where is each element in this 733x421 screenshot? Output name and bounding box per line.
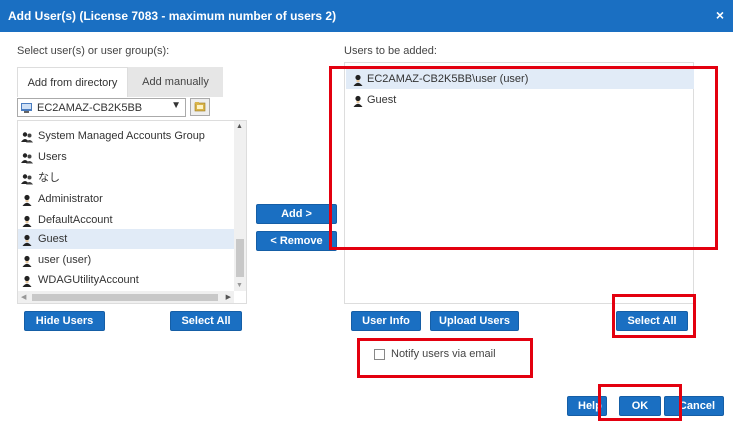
scrollbar-thumb[interactable] — [32, 294, 218, 301]
user-group-icon — [21, 151, 33, 164]
scroll-up-icon[interactable]: ▲ — [236, 123, 243, 130]
list-item-label: Administrator — [38, 193, 103, 205]
notify-checkbox[interactable] — [374, 349, 385, 360]
remove-button[interactable]: < Remove — [256, 231, 337, 251]
list-item-label: EC2AMAZ-CB2K5BB\user (user) — [367, 73, 529, 85]
list-item[interactable]: Users — [18, 147, 234, 167]
user-icon — [21, 193, 33, 206]
user-group-icon — [21, 172, 33, 185]
users-to-add-list[interactable]: EC2AMAZ-CB2K5BB\user (user) Guest — [344, 62, 694, 304]
list-item[interactable]: user (user) — [18, 250, 234, 270]
right-section-label: Users to be added: — [344, 45, 437, 57]
user-icon — [21, 233, 33, 246]
scrollbar-thumb[interactable] — [236, 239, 244, 277]
left-section-label: Select user(s) or user group(s): — [17, 45, 170, 57]
list-item[interactable]: なし — [18, 168, 234, 188]
list-item-selected[interactable]: Guest — [18, 229, 234, 249]
help-button[interactable]: Help — [567, 396, 607, 416]
directory-user-list[interactable]: System Managed Accounts Group Users なし A… — [17, 120, 247, 304]
list-item[interactable]: Guest — [346, 90, 694, 110]
list-item-label: Users — [38, 151, 67, 163]
dialog-title: Add User(s) (License 7083 - maximum numb… — [8, 9, 337, 23]
hide-users-button[interactable]: Hide Users — [24, 311, 105, 331]
user-icon — [352, 94, 364, 107]
close-icon[interactable]: × — [716, 7, 724, 23]
list-item-label: WDAGUtilityAccount — [38, 274, 139, 286]
scroll-left-icon[interactable]: ◀ — [21, 293, 26, 301]
vertical-scrollbar[interactable]: ▲ ▼ — [234, 121, 246, 291]
list-item-label: user (user) — [38, 254, 92, 266]
list-item-label: Guest — [367, 94, 397, 106]
list-item-label: DefaultAccount — [38, 214, 113, 226]
tab-add-manually[interactable]: Add manually — [128, 67, 223, 97]
cancel-button[interactable]: Cancel — [664, 396, 724, 416]
directory-select[interactable]: EC2AMAZ-CB2K5BB ▼ — [17, 98, 186, 117]
user-icon — [21, 274, 33, 287]
browse-directory-button[interactable] — [190, 98, 210, 116]
list-item-label: なし — [38, 172, 60, 184]
notify-label[interactable]: Notify users via email — [391, 348, 496, 360]
list-item[interactable]: Administrator — [18, 189, 234, 209]
user-icon — [352, 73, 364, 86]
user-info-button[interactable]: User Info — [351, 311, 421, 331]
scroll-right-icon[interactable]: ▶ — [226, 293, 231, 301]
list-item-selected[interactable]: EC2AMAZ-CB2K5BB\user (user) — [346, 69, 694, 89]
directory-icon — [21, 102, 33, 113]
ok-button[interactable]: OK — [619, 396, 661, 416]
list-item[interactable]: DefaultAccount — [18, 210, 234, 230]
add-button[interactable]: Add > — [256, 204, 337, 224]
folder-icon — [194, 102, 206, 112]
list-item-label: System Managed Accounts Group — [38, 130, 205, 142]
right-select-all-button[interactable]: Select All — [616, 311, 688, 331]
user-icon — [21, 214, 33, 227]
upload-users-button[interactable]: Upload Users — [430, 311, 519, 331]
tab-add-from-directory[interactable]: Add from directory — [17, 67, 128, 97]
scroll-down-icon[interactable]: ▼ — [236, 282, 243, 289]
user-icon — [21, 254, 33, 267]
dialog-title-bar: Add User(s) (License 7083 - maximum numb… — [0, 0, 733, 32]
directory-select-value: EC2AMAZ-CB2K5BB — [37, 102, 143, 114]
list-item[interactable]: System Managed Accounts Group — [18, 126, 234, 146]
list-item-label: Guest — [38, 233, 68, 245]
user-group-icon — [21, 130, 33, 143]
chevron-down-icon: ▼ — [171, 100, 181, 111]
left-select-all-button[interactable]: Select All — [170, 311, 242, 331]
horizontal-scrollbar[interactable]: ◀ ▶ — [18, 291, 234, 303]
list-item[interactable]: WDAGUtilityAccount — [18, 270, 234, 290]
